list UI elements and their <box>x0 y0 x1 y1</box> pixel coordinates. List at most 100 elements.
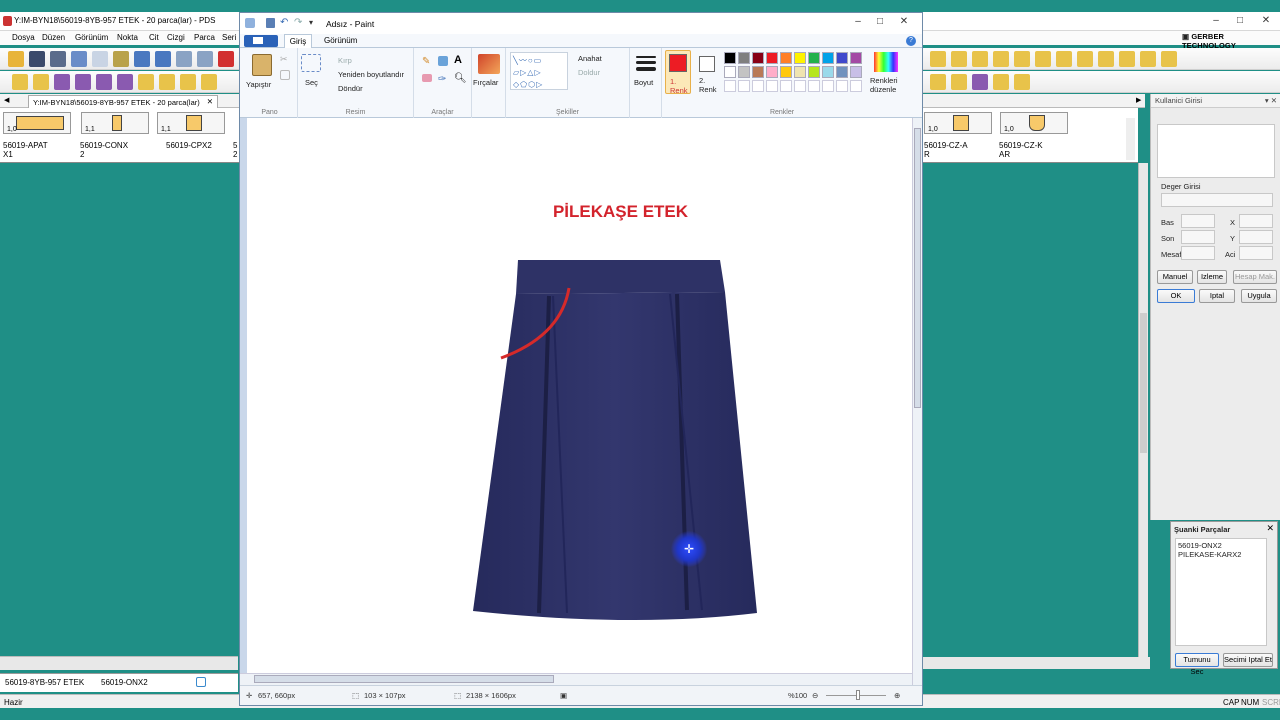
list-item[interactable]: 56019-8YB-957 ETEK <box>5 678 84 687</box>
color2-button[interactable]: 2. Renk <box>695 50 721 94</box>
paste-label[interactable]: Yapıştır <box>246 80 271 89</box>
brushes-label[interactable]: Fırçalar <box>473 78 498 87</box>
palette-swatch[interactable] <box>836 52 848 64</box>
menu-parca[interactable]: Parca <box>194 33 215 42</box>
y-input[interactable] <box>1239 230 1273 244</box>
menu-duzen[interactable]: Düzen <box>42 33 65 42</box>
tool-icon-b[interactable] <box>951 51 967 67</box>
palette-swatch[interactable] <box>738 66 750 78</box>
piece-tool-icon-13[interactable] <box>972 74 988 90</box>
canvas-vertical-scrollbar[interactable] <box>912 118 922 685</box>
close-icon[interactable]: ✕ <box>1254 14 1278 28</box>
tool-icon-g[interactable] <box>1056 51 1072 67</box>
select-all-button[interactable]: Tumunu Sec <box>1175 653 1219 676</box>
redo-icon[interactable] <box>92 51 108 67</box>
work-area-scrollbar[interactable] <box>1138 163 1148 658</box>
palette-swatch[interactable] <box>724 52 736 64</box>
minimize-icon[interactable]: – <box>1204 14 1228 28</box>
ok-button[interactable]: OK <box>1157 289 1195 303</box>
palette-swatch-empty[interactable] <box>794 80 806 92</box>
palette-swatch-empty[interactable] <box>808 80 820 92</box>
palette-swatch-empty[interactable] <box>822 80 834 92</box>
tool-icon-j[interactable] <box>1119 51 1135 67</box>
piece-thumb[interactable]: 1,1 <box>81 112 149 134</box>
piece-strip-scrollbar[interactable] <box>1126 118 1135 160</box>
paint-minimize-icon[interactable]: – <box>846 15 870 29</box>
close-tab-icon[interactable]: ✕ <box>207 97 213 106</box>
list-item[interactable]: 56019-ONX2 <box>1178 541 1222 550</box>
x-input[interactable] <box>1239 214 1273 228</box>
select-label[interactable]: Seç <box>305 78 318 87</box>
shapes-gallery[interactable]: ╲〰○▭ ▱▷△▷ ◇⬠⬡▷ <box>510 52 568 90</box>
uygula-button[interactable]: Uygula <box>1241 289 1277 303</box>
outline-label[interactable]: Anahat <box>578 54 602 63</box>
piece-tool-icon-10[interactable] <box>201 74 217 90</box>
edit-colors-icon[interactable] <box>874 52 898 72</box>
palette-swatch[interactable] <box>738 52 750 64</box>
menu-dosya[interactable]: Dosya <box>12 33 35 42</box>
brushes-icon[interactable] <box>478 54 500 74</box>
save-icon[interactable] <box>29 51 45 67</box>
select-icon[interactable] <box>301 54 321 72</box>
fit-icon[interactable] <box>197 51 213 67</box>
delete-icon[interactable] <box>218 51 234 67</box>
piece-tool-icon-11[interactable] <box>930 74 946 90</box>
tool-icon-f[interactable] <box>1035 51 1051 67</box>
cut-icon[interactable]: ✂ <box>280 54 290 64</box>
edit-colors-label[interactable]: Renkleri düzenle <box>870 76 898 94</box>
hesap-mak-button[interactable]: Hesap Mak. <box>1233 270 1277 284</box>
palette-swatch[interactable] <box>850 52 862 64</box>
piece-tool-icon-2[interactable] <box>33 74 49 90</box>
piece-thumb[interactable]: 1,0 <box>1000 112 1068 134</box>
tab-gorunum[interactable]: Görünüm <box>324 36 357 45</box>
quick-access-dropdown-icon[interactable]: ▾ <box>309 18 313 27</box>
paint-file-menu-button[interactable] <box>244 35 278 47</box>
list-item[interactable]: PILEKASE-KARX2 <box>1178 550 1241 559</box>
crop-label[interactable]: Kırp <box>338 56 352 65</box>
zoom-icon[interactable] <box>113 51 129 67</box>
paint-maximize-icon[interactable]: □ <box>868 15 892 29</box>
copy-icon[interactable] <box>280 70 290 80</box>
piece-tool-icon-9[interactable] <box>180 74 196 90</box>
save-as-icon[interactable] <box>50 51 66 67</box>
piece-tool-icon-1[interactable] <box>12 74 28 90</box>
palette-swatch[interactable] <box>794 52 806 64</box>
resize-label[interactable]: Yeniden boyutlandır <box>338 70 404 79</box>
canvas-horizontal-scrollbar[interactable] <box>240 673 912 685</box>
menu-cizgi[interactable]: Cizgi <box>167 33 185 42</box>
eraser-icon[interactable] <box>422 74 432 82</box>
palette-swatch[interactable] <box>752 52 764 64</box>
menu-gorunum[interactable]: Görünüm <box>75 33 108 42</box>
vscroll-thumb[interactable] <box>914 128 921 408</box>
zoom-slider-thumb[interactable] <box>856 690 860 700</box>
palette-swatch[interactable] <box>766 66 778 78</box>
zoom-out-button[interactable]: ⊖ <box>812 691 818 700</box>
tool-icon-d[interactable] <box>993 51 1009 67</box>
rotate-label[interactable]: Döndür <box>338 84 363 93</box>
quick-save-icon[interactable] <box>266 18 275 28</box>
palette-swatch[interactable] <box>836 66 848 78</box>
palette-swatch[interactable] <box>822 66 834 78</box>
piece-tool-icon-14[interactable] <box>993 74 1009 90</box>
piece-tool-icon-6[interactable] <box>117 74 133 90</box>
fill-icon[interactable] <box>438 56 448 66</box>
pan-icon[interactable] <box>176 51 192 67</box>
tool-icon-a[interactable] <box>930 51 946 67</box>
piece-thumb[interactable]: 1,0 <box>3 112 71 134</box>
palette-swatch[interactable] <box>752 66 764 78</box>
palette-swatch-empty[interactable] <box>738 80 750 92</box>
size-label[interactable]: Boyut <box>634 78 653 87</box>
zoom-in-button[interactable]: ⊕ <box>894 691 900 700</box>
document-tab[interactable]: Y:IM-BYN18\56019-8YB-957 ETEK - 20 parca… <box>28 95 218 108</box>
zoom-out-icon[interactable] <box>155 51 171 67</box>
piece-tool-icon-12[interactable] <box>951 74 967 90</box>
piece-select-icon[interactable] <box>196 677 206 687</box>
piece-thumb[interactable]: 1,1 <box>157 112 225 134</box>
current-pieces-list[interactable]: 56019-ONX2 PILEKASE-KARX2 <box>1175 538 1267 646</box>
piece-tool-icon-15[interactable] <box>1014 74 1030 90</box>
palette-swatch[interactable] <box>724 66 736 78</box>
palette-swatch[interactable] <box>822 52 834 64</box>
fill-label[interactable]: Doldur <box>578 68 600 77</box>
menu-nokta[interactable]: Nokta <box>117 33 138 42</box>
menu-cit[interactable]: Cit <box>149 33 159 42</box>
